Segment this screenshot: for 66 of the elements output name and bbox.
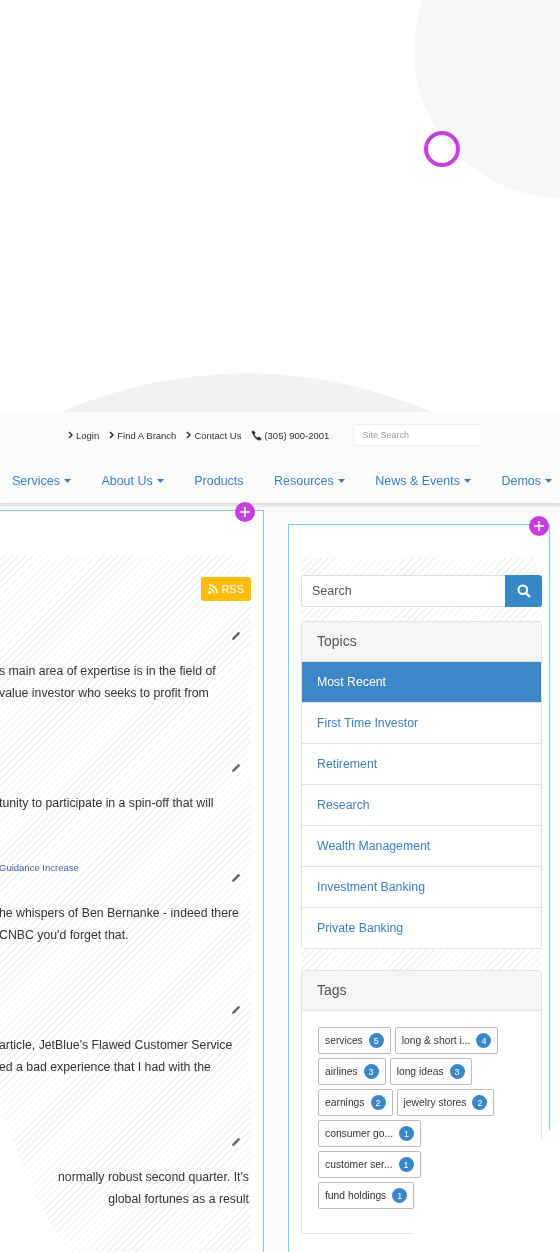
utility-link[interactable]: Find A Branch [109, 429, 177, 441]
pencil-icon[interactable] [231, 763, 241, 773]
chevron-icon [109, 431, 115, 439]
nav-link[interactable]: Demos [501, 473, 552, 488]
tag-label: long & short i... [401, 1035, 471, 1046]
tag-chip[interactable]: earnings 2 [318, 1089, 393, 1116]
count-badge: 1 [399, 1126, 415, 1141]
nav-link[interactable]: News & Events [375, 473, 471, 488]
tag-label: earnings [325, 1097, 365, 1108]
phone-icon [251, 429, 263, 441]
excerpt-text: ed a bad experience that I had with the [0, 1059, 212, 1076]
card-title: Topics [302, 622, 541, 662]
pencil-icon[interactable] [231, 1137, 241, 1147]
nav-link[interactable]: About Us [101, 473, 164, 488]
tag-label: consumer go... [325, 1128, 394, 1139]
pencil-icon[interactable] [231, 873, 241, 883]
tag-label: customer ser... [325, 1159, 393, 1170]
count-badge: 3 [363, 1064, 379, 1079]
utility-link[interactable]: Login [68, 429, 100, 441]
count-badge: 1 [398, 1157, 414, 1172]
add-icon[interactable] [235, 502, 255, 522]
tag-chip[interactable]: consumer go... 1 [318, 1120, 422, 1147]
category-link[interactable]: Guidance Increase [0, 862, 79, 873]
tag-label: services [325, 1035, 363, 1046]
pencil-icon[interactable] [231, 1005, 241, 1015]
nav-link[interactable]: Products [194, 473, 244, 488]
rss-icon [208, 584, 219, 594]
tag-chip[interactable]: airlines 3 [318, 1058, 386, 1085]
tag-chip[interactable]: jewelry stores 2 [396, 1089, 495, 1116]
phone-number: (305) 900-2001 [264, 429, 330, 441]
excerpt-text: article, JetBlue's Flawed Customer Service [0, 1037, 234, 1054]
count-badge: 5 [368, 1033, 384, 1048]
pencil-icon[interactable] [231, 631, 241, 641]
add-icon[interactable] [529, 516, 549, 536]
count-badge: 1 [392, 1188, 408, 1203]
tag-label: fund holdings [325, 1190, 387, 1201]
count-badge: 3 [449, 1064, 465, 1079]
chevron-icon [186, 431, 192, 439]
excerpt-text: CNBC you'd forget that. [0, 927, 130, 944]
excerpt-text: global fortunes as a result [107, 1191, 250, 1208]
nav-link[interactable]: Services [12, 473, 71, 488]
tag-chip[interactable]: long ideas 3 [389, 1058, 472, 1085]
search-icon [516, 584, 531, 598]
topic-item[interactable]: Most Recent [302, 662, 541, 703]
tag-label: airlines [325, 1066, 358, 1077]
excerpt-text: he whispers of Ben Bernanke - indeed there [0, 905, 240, 922]
nav-link[interactable]: Resources [274, 473, 345, 488]
tag-chip[interactable]: services 5 [318, 1027, 391, 1054]
tag-chip[interactable]: long & short i... 4 [394, 1027, 499, 1054]
utility-link[interactable]: Contact Us [186, 429, 242, 441]
chevron-icon [68, 431, 73, 439]
excerpt-text: tunity to participate in a spin-off that will [0, 795, 215, 812]
card-title: Tags [302, 971, 541, 1011]
excerpt-text: normally robust second quarter. It's [57, 1169, 250, 1186]
search-button[interactable] [505, 575, 542, 607]
search-field[interactable]: Search [301, 575, 505, 607]
tag-chip[interactable]: fund holdings 1 [318, 1182, 415, 1209]
ring-shape [424, 131, 460, 167]
count-badge: 2 [472, 1095, 488, 1110]
excerpt-text: s main area of expertise is in the field of [0, 663, 217, 680]
count-badge: 2 [370, 1095, 386, 1110]
tag-label: long ideas [396, 1066, 444, 1077]
site-search-field[interactable]: Site Search [353, 424, 482, 446]
tag-label: jewelry stores [403, 1097, 467, 1108]
count-badge: 4 [476, 1033, 492, 1048]
tag-chip[interactable]: customer ser... 1 [318, 1151, 421, 1178]
